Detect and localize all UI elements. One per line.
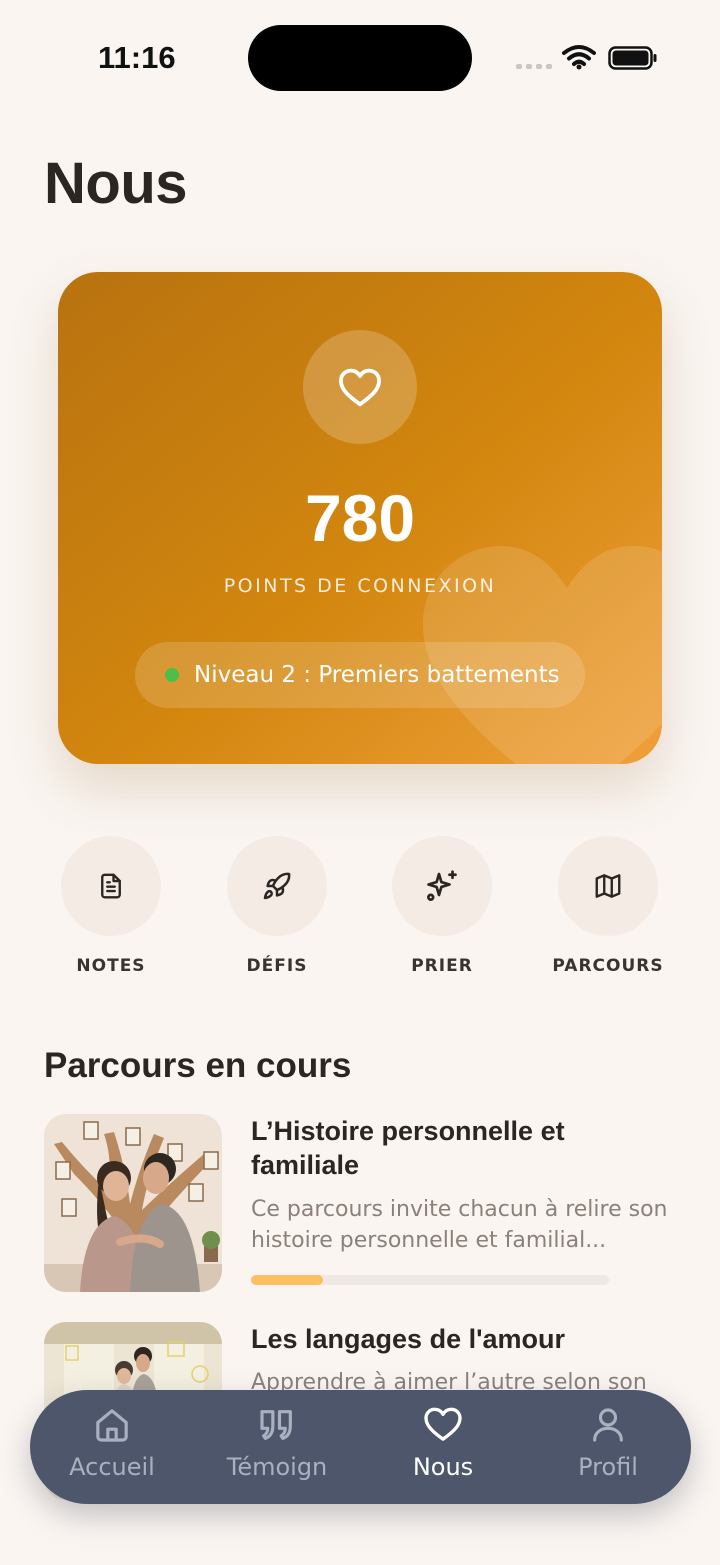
dynamic-island <box>248 25 472 91</box>
level-label: Niveau 2 : Premiers battements <box>194 662 560 688</box>
nav-label-temoignages: Témoign <box>226 1453 328 1481</box>
course-progress-fill <box>251 1275 323 1285</box>
notes-label: NOTES <box>76 956 146 976</box>
defis-icon-circle <box>227 836 327 936</box>
course-title: L’Histoire personnelle et familiale <box>251 1116 565 1180</box>
parcours-button[interactable]: PARCOURS <box>538 836 678 976</box>
rocket-icon <box>263 872 291 900</box>
nav-item-profil[interactable]: Profil <box>528 1390 688 1504</box>
status-time: 11:16 <box>98 40 176 75</box>
parcours-label: PARCOURS <box>552 956 664 976</box>
user-icon <box>593 1408 623 1442</box>
points-value: 780 <box>304 481 416 555</box>
prier-icon-circle <box>392 836 492 936</box>
prier-button[interactable]: PRIER <box>372 836 512 976</box>
defis-label: DÉFIS <box>246 956 308 976</box>
bottom-navigation: Accueil Témoign Nous Profil <box>30 1390 691 1504</box>
page-title: Nous <box>44 151 188 216</box>
quick-actions: NOTES DÉFIS PRIER PARCOURS <box>0 836 720 986</box>
nav-item-nous[interactable]: Nous <box>363 1390 523 1504</box>
notes-icon-circle <box>61 836 161 936</box>
course-progress-bar <box>251 1275 609 1285</box>
parcours-icon-circle <box>558 836 658 936</box>
map-icon <box>595 874 621 898</box>
heart-icon <box>339 368 382 407</box>
nav-label-profil: Profil <box>578 1453 638 1481</box>
prier-label: PRIER <box>411 956 473 976</box>
section-title: Parcours en cours <box>44 1046 352 1085</box>
document-icon <box>101 873 121 899</box>
home-icon <box>96 1409 128 1442</box>
heart-badge <box>303 330 417 444</box>
nav-label-accueil: Accueil <box>69 1453 155 1481</box>
course-title: Les langages de l'amour <box>251 1324 566 1354</box>
signal-icon <box>516 64 552 69</box>
nav-label-nous: Nous <box>412 1453 474 1481</box>
points-label: POINTS DE CONNEXION <box>223 575 497 597</box>
connection-points-card[interactable]: 780 POINTS DE CONNEXION Niveau 2 : Premi… <box>58 272 662 764</box>
notes-button[interactable]: NOTES <box>41 836 181 976</box>
course-description: Ce parcours invite chacun à relire son h… <box>251 1197 668 1253</box>
quote-icon <box>260 1410 292 1440</box>
nav-item-temoignages[interactable]: Témoign <box>197 1390 357 1504</box>
defis-button[interactable]: DÉFIS <box>207 836 347 976</box>
level-badge: Niveau 2 : Premiers battements <box>135 642 585 708</box>
level-status-dot <box>165 668 179 682</box>
wifi-icon <box>562 45 596 70</box>
nav-item-accueil[interactable]: Accueil <box>32 1390 192 1504</box>
course-item[interactable]: L’Histoire personnelle et familiale Ce p… <box>44 1114 684 1294</box>
heart-icon <box>424 1407 462 1441</box>
battery-icon <box>608 46 657 70</box>
sparkles-icon <box>427 870 457 901</box>
status-bar: 11:16 <box>0 0 720 110</box>
course-thumbnail <box>44 1114 222 1292</box>
